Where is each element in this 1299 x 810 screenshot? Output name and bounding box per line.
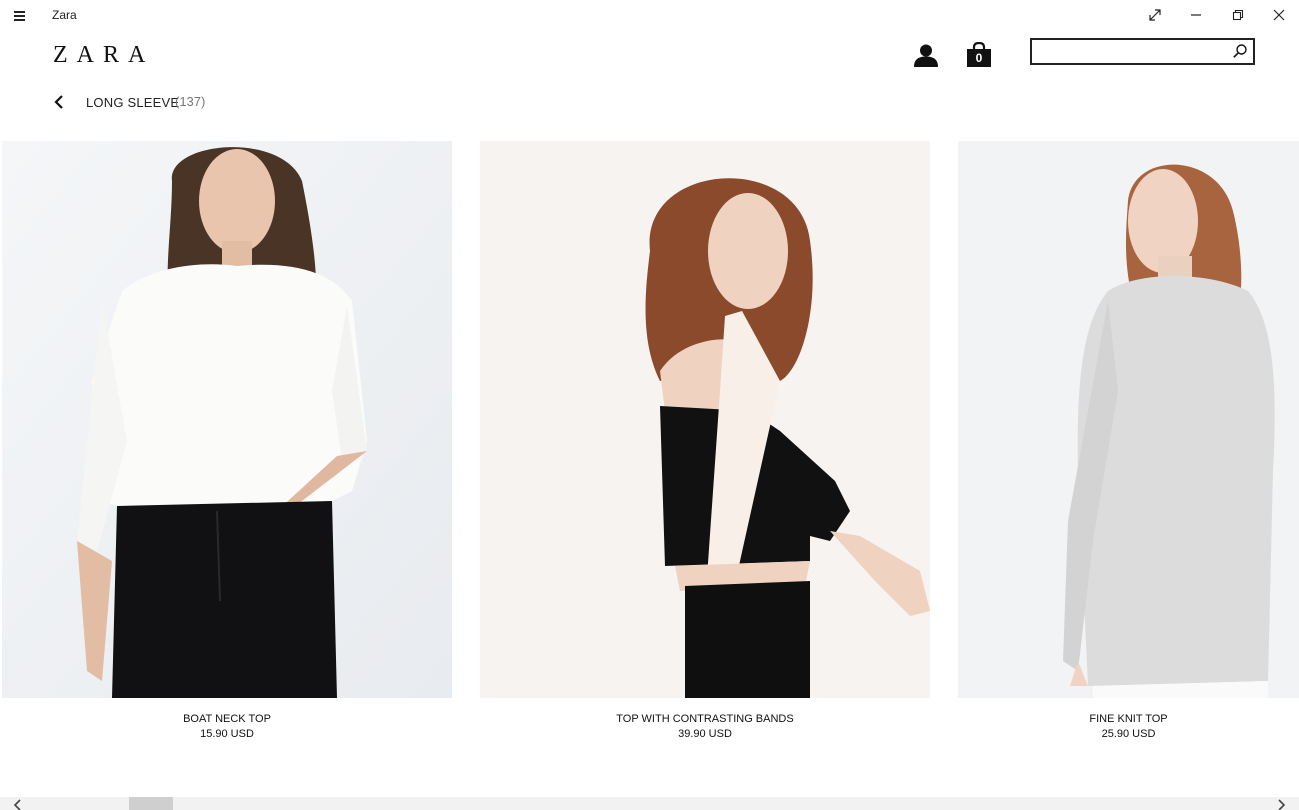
product-price: 25.90 USD <box>1101 728 1156 740</box>
cart-button[interactable]: 0 <box>965 42 995 68</box>
product-card[interactable]: BOAT NECK TOP 15.90 USD <box>2 141 452 751</box>
product-name[interactable]: FINE KNIT TOP <box>958 713 1299 725</box>
close-icon <box>1273 9 1285 21</box>
product-name[interactable]: TOP WITH CONTRASTING BANDS <box>480 713 930 725</box>
restore-button[interactable] <box>1217 0 1259 30</box>
user-icon <box>914 44 938 67</box>
chevron-left-icon <box>13 799 21 810</box>
product-card[interactable]: FINE KNIT TOP 25.90 USD <box>958 141 1299 751</box>
category-title: LONG SLEEVE <box>86 95 180 110</box>
search-icon[interactable] <box>1232 43 1248 59</box>
search-box <box>1030 38 1255 65</box>
chevron-right-icon <box>1278 799 1286 810</box>
product-image[interactable] <box>480 141 930 698</box>
product-image[interactable] <box>2 141 452 698</box>
cart-count-badge: 0 <box>975 51 983 65</box>
close-button[interactable] <box>1258 0 1299 30</box>
restore-icon <box>1232 9 1244 21</box>
fullscreen-icon <box>1149 9 1161 21</box>
search-input[interactable] <box>1036 42 1226 61</box>
back-arrow-icon <box>54 95 63 109</box>
account-button[interactable] <box>912 43 940 69</box>
product-price: 39.90 USD <box>678 728 732 740</box>
category-count: (137) <box>175 94 206 109</box>
minimize-button[interactable] <box>1175 0 1217 30</box>
hamburger-icon[interactable] <box>12 7 28 23</box>
product-card[interactable]: TOP WITH CONTRASTING BANDS 39.90 USD <box>480 141 930 751</box>
fullscreen-button[interactable] <box>1134 0 1176 30</box>
zara-logo[interactable]: ZARA <box>53 42 154 69</box>
app-title: Zara <box>52 8 77 22</box>
back-button[interactable] <box>52 93 68 111</box>
product-price: 15.90 USD <box>200 728 254 740</box>
minimize-icon <box>1191 14 1201 16</box>
product-name[interactable]: BOAT NECK TOP <box>2 713 452 725</box>
title-bar: Zara <box>0 0 1299 30</box>
horizontal-scrollbar[interactable] <box>0 797 1299 810</box>
product-image[interactable] <box>958 141 1299 698</box>
scroll-left-button[interactable] <box>10 798 26 810</box>
scroll-thumb[interactable] <box>129 797 173 810</box>
scroll-right-button[interactable] <box>1273 798 1289 810</box>
